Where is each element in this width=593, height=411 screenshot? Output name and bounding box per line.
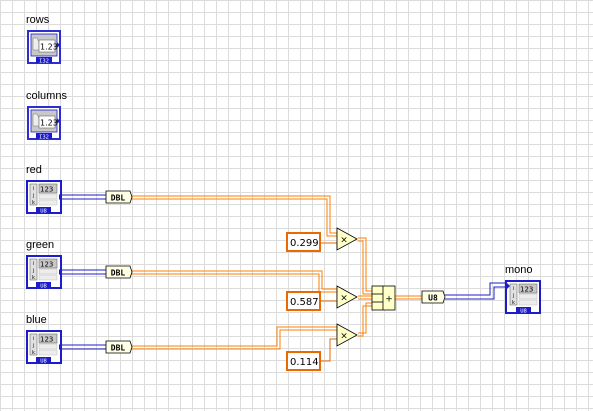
index-i: i <box>513 286 514 292</box>
columns-control[interactable]: 1.23 I32 <box>27 106 61 141</box>
multiply-icon: × <box>340 332 348 342</box>
to-u8-node[interactable]: U8 <box>421 290 446 304</box>
sum-wire <box>395 295 422 300</box>
blue-type: U8 <box>40 359 47 365</box>
green-multiply-node[interactable]: × <box>336 285 358 309</box>
multiply-icon: × <box>340 294 348 304</box>
blue-display: 123 <box>40 336 53 344</box>
red-array-wire <box>62 194 106 200</box>
mono-type: U8 <box>520 309 527 315</box>
columns-display: 1.23 <box>40 119 58 128</box>
red-product-wire <box>358 237 372 295</box>
index-k: k <box>32 275 35 281</box>
blue-control[interactable]: i j k 123 U8 <box>26 330 62 365</box>
numeric-slider-icon <box>32 37 40 51</box>
blue-to-double-node[interactable]: DBL <box>105 340 133 354</box>
add-icon: + <box>385 295 393 305</box>
index-j: j <box>32 343 34 349</box>
red-control[interactable]: i j k 123 U8 <box>26 180 62 215</box>
constant-wires <box>320 242 337 362</box>
dbl-label: DBL <box>111 194 126 203</box>
blue-array-wire <box>62 344 106 350</box>
block-diagram: 1.23 I32 1.23 I32 i j k 123 U8 i j k 123… <box>26 30 541 371</box>
blue-product-wire <box>358 302 372 337</box>
dbl-label: DBL <box>111 344 126 353</box>
index-j: j <box>32 193 34 199</box>
index-i: i <box>33 186 34 192</box>
rows-type: I32 <box>39 59 49 65</box>
double-array-wires <box>130 195 422 350</box>
index-k: k <box>512 300 515 306</box>
mono-array-wire <box>445 282 505 300</box>
index-j: j <box>32 268 34 274</box>
green-array-wire <box>62 269 106 275</box>
mono-display: 123 <box>520 286 533 294</box>
red-weight-value: 0.299 <box>290 238 319 249</box>
green-weight-value: 0.587 <box>290 297 319 308</box>
blue-weight-wire <box>320 338 337 362</box>
green-double-wire <box>130 270 337 293</box>
red-to-double-node[interactable]: DBL <box>105 190 133 204</box>
rows-control[interactable]: 1.23 I32 <box>27 30 61 65</box>
index-k: k <box>32 350 35 356</box>
green-control[interactable]: i j k 123 U8 <box>26 255 62 290</box>
green-type: U8 <box>40 284 47 290</box>
green-display: 123 <box>40 261 53 269</box>
u8-label: U8 <box>428 294 438 303</box>
green-weight-constant[interactable]: 0.587 <box>286 291 321 311</box>
multiply-icon: × <box>340 236 348 246</box>
green-product-wire <box>358 295 372 300</box>
red-weight-constant[interactable]: 0.299 <box>286 232 321 252</box>
index-j: j <box>512 293 514 299</box>
green-to-double-node[interactable]: DBL <box>105 265 133 279</box>
index-k: k <box>32 200 35 206</box>
dbl-label: DBL <box>111 269 126 278</box>
numeric-slider-icon <box>32 113 40 127</box>
red-type: U8 <box>40 209 47 215</box>
mono-indicator[interactable]: i j k 123 U8 <box>505 280 541 315</box>
blue-multiply-node[interactable]: × <box>336 323 358 347</box>
index-i: i <box>33 261 34 267</box>
index-i: i <box>33 336 34 342</box>
blue-double-wire <box>130 326 337 350</box>
blue-weight-constant[interactable]: 0.114 <box>286 351 321 371</box>
red-double-wire <box>130 195 337 237</box>
red-multiply-node[interactable]: × <box>336 227 358 251</box>
red-display: 123 <box>40 186 53 194</box>
compound-add-node[interactable]: + <box>371 285 396 311</box>
blue-weight-value: 0.114 <box>290 357 319 368</box>
rows-display: 1.23 <box>40 43 58 52</box>
columns-type: I32 <box>39 135 49 141</box>
